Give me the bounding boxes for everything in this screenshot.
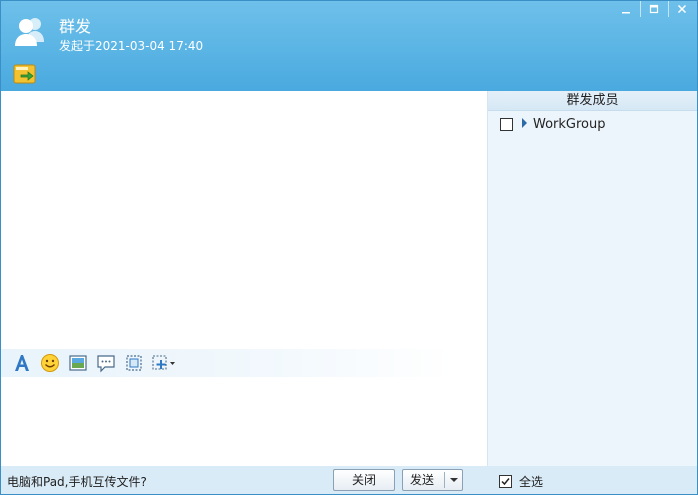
window-control-divider bbox=[668, 1, 669, 17]
send-button-label: 发送 bbox=[410, 473, 435, 487]
input-toolbar bbox=[1, 349, 487, 377]
select-all-toggle[interactable]: 全选 bbox=[499, 473, 543, 490]
window-control-divider bbox=[640, 1, 641, 17]
expand-arrow-icon[interactable] bbox=[522, 118, 527, 128]
start-time-text: 发起于2021-03-04 17:40 bbox=[59, 39, 204, 53]
group-send-window: 群发 发起于2021-03-04 17:40 群发成员 WorkGroup 电脑… bbox=[0, 0, 698, 495]
image-icon[interactable] bbox=[66, 351, 90, 375]
emoji-icon[interactable] bbox=[38, 351, 62, 375]
send-options-dropdown-icon[interactable] bbox=[450, 478, 458, 482]
screenshot-icon[interactable] bbox=[122, 351, 146, 375]
member-item-workgroup[interactable]: WorkGroup bbox=[500, 115, 606, 133]
send-divider bbox=[444, 472, 445, 488]
bubble-icon[interactable] bbox=[94, 351, 118, 375]
maximize-icon[interactable] bbox=[643, 1, 665, 17]
member-label: WorkGroup bbox=[533, 116, 606, 132]
member-checkbox[interactable] bbox=[500, 117, 513, 131]
message-input[interactable] bbox=[1, 377, 487, 466]
font-icon[interactable] bbox=[10, 351, 34, 375]
select-all-label: 全选 bbox=[519, 475, 544, 489]
message-history bbox=[1, 91, 487, 349]
group-avatar-icon bbox=[13, 14, 47, 48]
select-all-checkbox[interactable] bbox=[499, 475, 512, 488]
file-transfer-link[interactable]: 电脑和Pad,手机互传文件? bbox=[7, 473, 147, 490]
close-button[interactable]: 关闭 bbox=[333, 469, 395, 491]
send-button[interactable]: 发送 bbox=[402, 469, 463, 491]
window-title: 群发 bbox=[59, 17, 92, 36]
member-panel-title: 群发成员 bbox=[488, 91, 697, 111]
close-icon[interactable] bbox=[671, 1, 693, 17]
member-panel: 群发成员 WorkGroup bbox=[487, 91, 697, 466]
minimize-icon[interactable] bbox=[615, 1, 637, 17]
send-file-icon[interactable] bbox=[13, 63, 37, 85]
bottom-bar: 电脑和Pad,手机互传文件? 关闭 发送 全选 bbox=[1, 466, 697, 494]
window-header: 群发 发起于2021-03-04 17:40 bbox=[1, 1, 697, 91]
more-icon[interactable] bbox=[150, 351, 178, 375]
